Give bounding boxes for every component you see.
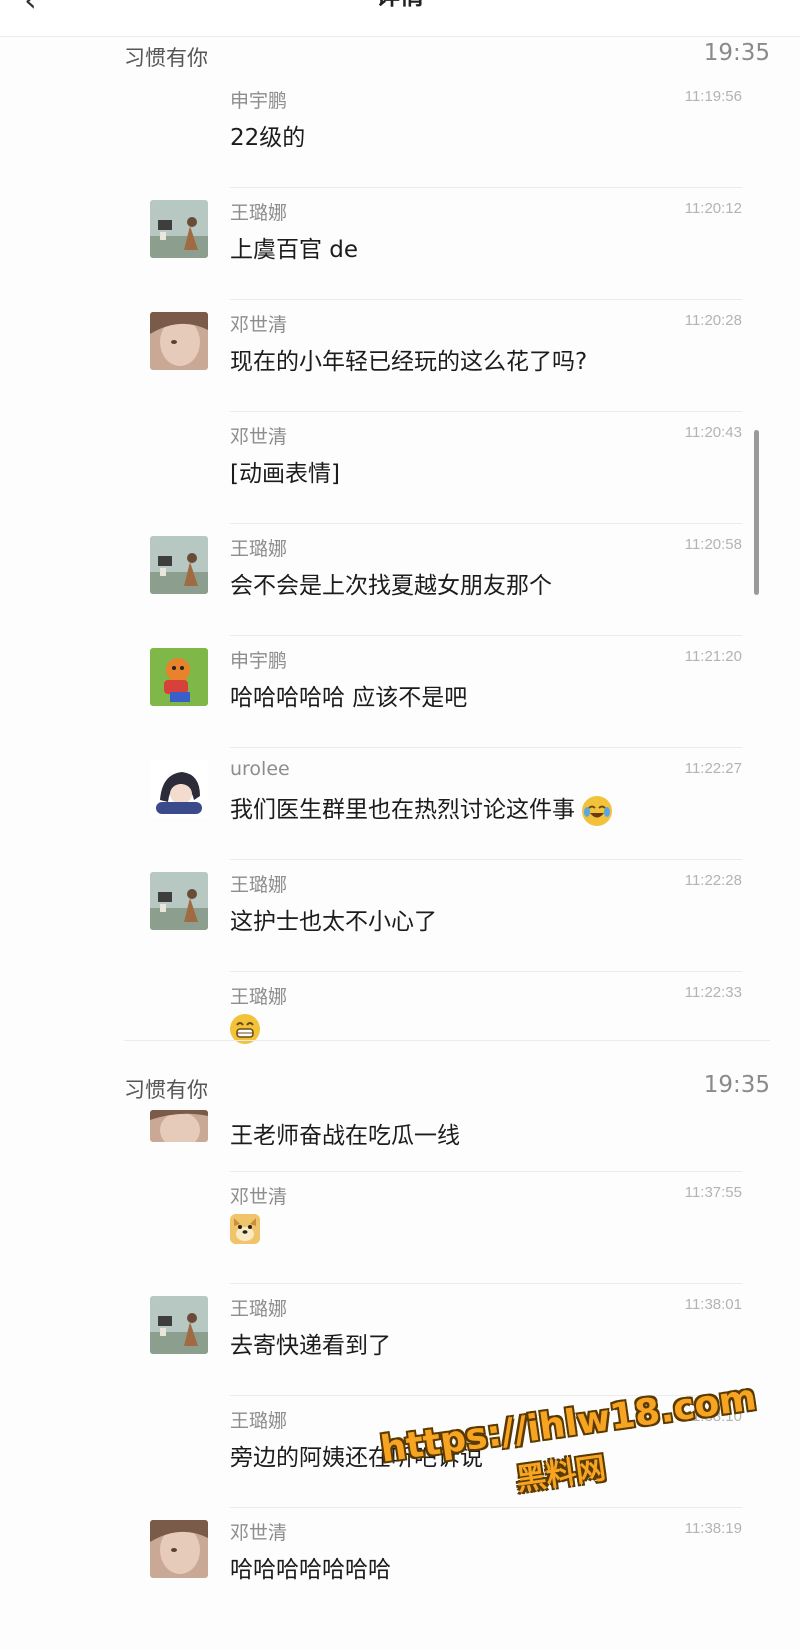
- message-item[interactable]: 王璐娜 11:22:28 这护士也太不小心了: [0, 860, 800, 972]
- message-time: 11:20:43: [684, 424, 742, 441]
- section-header: 习惯有你 19:35: [0, 36, 800, 76]
- sender-name: 王璐娜: [230, 986, 288, 1008]
- avatar[interactable]: [150, 872, 208, 930]
- laugh-cry-emoji: [582, 795, 613, 826]
- message-item[interactable]: 王璐娜 11:38:10 旁边的阿姨还在听吧诉说: [0, 1396, 800, 1508]
- avatar[interactable]: [150, 200, 208, 258]
- sender-name: 邓世清: [230, 314, 288, 336]
- sender-name: 申宇鹏: [230, 650, 288, 672]
- message-item[interactable]: 王璐娜 11:20:12 上虞百官 de: [0, 188, 800, 300]
- sender-name: 王璐娜: [230, 1410, 288, 1432]
- avatar[interactable]: [150, 1520, 208, 1578]
- page-title: 详情: [0, 0, 800, 8]
- message-time: 11:20:58: [684, 536, 742, 553]
- sender-name: 邓世清: [230, 1522, 288, 1544]
- message-time: 11:20:12: [684, 200, 742, 217]
- message-time: 11:37:55: [684, 1184, 742, 1201]
- message-time: 11:38:10: [684, 1408, 742, 1425]
- chat-record-section: 习惯有你 19:35 申宇鹏 11:19:56 22级的 王璐娜 11:20:1…: [0, 36, 800, 1046]
- top-bar: ‹ 详情: [0, 0, 800, 37]
- message-item[interactable]: 申宇鹏 11:21:20 哈哈哈哈哈 应该不是吧: [0, 636, 800, 748]
- message-text: 会不会是上次找夏越女朋友那个: [230, 573, 552, 599]
- landscape-avatar-image: [150, 872, 208, 930]
- message-time: 11:38:19: [684, 1520, 742, 1537]
- message-time: 11:22:33: [684, 984, 742, 1001]
- landscape-avatar-image: [150, 1296, 208, 1354]
- message-item[interactable]: 邓世清 11:20:28 现在的小年轻已经玩的这么花了吗?: [0, 300, 800, 412]
- message-time: 11:21:20: [684, 648, 742, 665]
- message-item[interactable]: 邓世清 11:37:55: [0, 1172, 800, 1284]
- sender-name: urolee: [230, 758, 290, 780]
- sender-name: 王璐娜: [230, 538, 288, 560]
- message-text: 哈哈哈哈哈哈哈: [230, 1557, 391, 1583]
- message-time: 11:38:01: [684, 1296, 742, 1313]
- landscape-avatar-image: [150, 200, 208, 258]
- message-text: 旁边的阿姨还在听吧诉说: [230, 1445, 483, 1471]
- message-text: 上虞百官 de: [230, 237, 359, 263]
- message-time: 11:20:28: [684, 312, 742, 329]
- avatar[interactable]: [150, 1110, 208, 1142]
- message-item[interactable]: 邓世清 11:38:19 哈哈哈哈哈哈哈: [0, 1508, 800, 1620]
- portrait-avatar-image: [150, 1110, 208, 1142]
- message-time: 11:22:28: [684, 872, 742, 889]
- sender-name: 邓世清: [230, 426, 288, 448]
- portrait-avatar-image: [150, 1520, 208, 1578]
- landscape-avatar-image: [150, 536, 208, 594]
- avatar[interactable]: [150, 760, 208, 818]
- scrollbar[interactable]: [754, 430, 759, 595]
- chat-record-section: 习惯有你 19:35 王老师奋战在吃瓜一线 邓世清 11:37:55 王璐娜 1…: [0, 1068, 800, 1650]
- sender-name: 王璐娜: [230, 202, 288, 224]
- section-divider: [124, 1040, 770, 1041]
- message-time: 11:22:27: [684, 760, 742, 777]
- message-item[interactable]: 申宇鹏 11:19:56 22级的: [0, 76, 800, 188]
- message-text: 哈哈哈哈哈 应该不是吧: [230, 685, 468, 711]
- sender-name: 邓世清: [230, 1186, 288, 1208]
- doge-emoji: [230, 1214, 260, 1244]
- sender-name: 王璐娜: [230, 1298, 288, 1320]
- anime-avatar-image: [150, 760, 208, 818]
- message-text: 去寄快递看到了: [230, 1333, 391, 1359]
- message-text: 22级的: [230, 125, 306, 151]
- sender-name: 王璐娜: [230, 874, 288, 896]
- group-name: 习惯有你: [124, 46, 208, 70]
- avatar[interactable]: [150, 648, 208, 706]
- portrait-avatar-image: [150, 312, 208, 370]
- message-item[interactable]: 王璐娜 11:20:58 会不会是上次找夏越女朋友那个: [0, 524, 800, 636]
- message-item[interactable]: 邓世清 11:20:43 [动画表情]: [0, 412, 800, 524]
- section-time: 19:35: [703, 40, 770, 66]
- message-text: 王老师奋战在吃瓜一线: [230, 1123, 460, 1149]
- cartoon-avatar-image: [150, 648, 208, 706]
- avatar[interactable]: [150, 536, 208, 594]
- sender-name: 申宇鹏: [230, 90, 288, 112]
- message-text: [动画表情]: [230, 461, 340, 487]
- message-item[interactable]: 王璐娜 11:38:01 去寄快递看到了: [0, 1284, 800, 1396]
- avatar[interactable]: [150, 1296, 208, 1354]
- avatar[interactable]: [150, 312, 208, 370]
- message-text-content: 我们医生群里也在热烈讨论这件事: [230, 797, 575, 823]
- message-text: 这护士也太不小心了: [230, 909, 437, 935]
- message-time: 11:19:56: [684, 88, 742, 105]
- message-text: [230, 1214, 260, 1244]
- message-item[interactable]: 王老师奋战在吃瓜一线: [0, 1072, 800, 1172]
- message-text: 我们医生群里也在热烈讨论这件事: [230, 790, 613, 826]
- message-text: 现在的小年轻已经玩的这么花了吗?: [230, 349, 588, 375]
- message-item[interactable]: urolee 11:22:27 我们医生群里也在热烈讨论这件事: [0, 748, 800, 860]
